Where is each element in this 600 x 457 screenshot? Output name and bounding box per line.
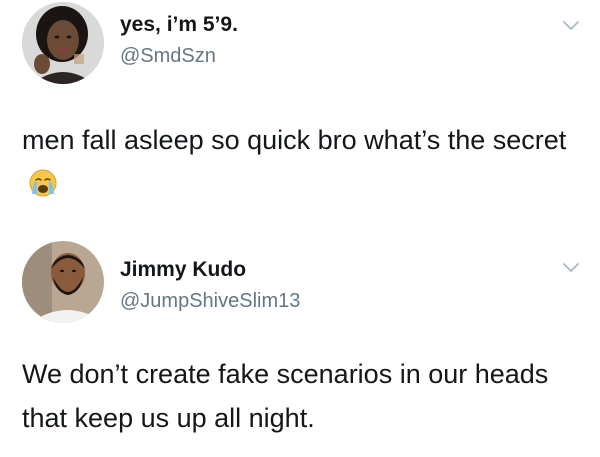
man-avatar-image: [22, 241, 104, 323]
crying-face-emoji-icon: [28, 167, 58, 197]
tweet-body: We don’t create fake scenarios in our he…: [22, 359, 549, 433]
display-name[interactable]: yes, i’m 5’9.: [120, 13, 238, 37]
chevron-down-icon[interactable]: [560, 256, 582, 278]
tweet-text: men fall asleep so quick bro what’s the …: [22, 118, 582, 206]
tweet: Jimmy Kudo @JumpShiveSlim13 We don’t cre…: [0, 240, 600, 457]
user-handle[interactable]: @JumpShiveSlim13: [120, 290, 300, 313]
tweet-text: We don’t create fake scenarios in our he…: [22, 352, 582, 440]
chevron-down-icon[interactable]: [560, 14, 582, 36]
avatar[interactable]: [22, 2, 104, 84]
avatar[interactable]: [22, 241, 104, 323]
tweet: yes, i’m 5’9. @SmdSzn men fall asleep so…: [0, 0, 600, 240]
tweet-body: men fall asleep so quick bro what’s the …: [22, 125, 567, 155]
display-name[interactable]: Jimmy Kudo: [120, 258, 246, 282]
user-handle[interactable]: @SmdSzn: [120, 45, 216, 68]
woman-avatar-image: [22, 2, 104, 84]
